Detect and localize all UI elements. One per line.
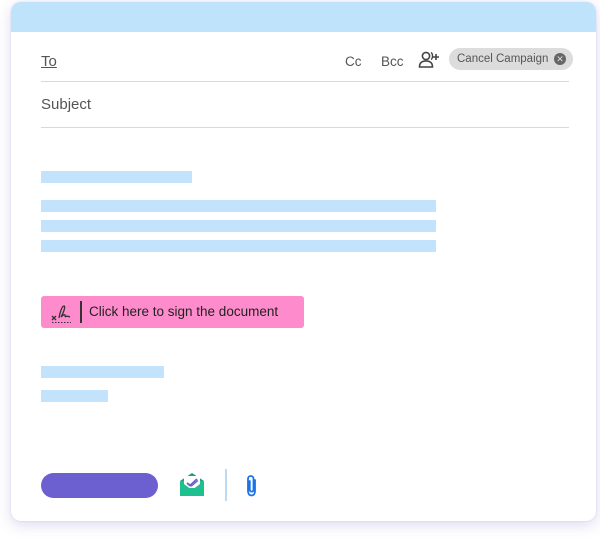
send-button[interactable] xyxy=(41,473,158,498)
text-line-placeholder xyxy=(41,390,108,402)
sign-divider xyxy=(80,301,82,323)
signature-icon xyxy=(50,302,72,324)
close-circle-icon[interactable]: ✕ xyxy=(554,53,566,65)
text-line-placeholder xyxy=(41,200,436,212)
to-label[interactable]: To xyxy=(41,53,57,70)
add-person-icon[interactable] xyxy=(418,50,440,70)
window-titlebar xyxy=(11,2,596,32)
text-line-placeholder xyxy=(41,240,436,252)
cancel-campaign-chip[interactable]: Cancel Campaign ✕ xyxy=(449,48,573,70)
subject-row[interactable]: Subject xyxy=(41,92,569,128)
cancel-campaign-label: Cancel Campaign xyxy=(457,53,549,65)
sign-document-button[interactable]: Click here to sign the document xyxy=(41,296,304,328)
sign-document-label: Click here to sign the document xyxy=(89,304,279,319)
text-line-placeholder xyxy=(41,366,164,378)
footer-divider xyxy=(225,469,227,501)
paperclip-icon[interactable] xyxy=(243,474,261,498)
cc-button[interactable]: Cc xyxy=(345,54,362,69)
to-row[interactable]: To Cc Bcc Cancel Campaign ✕ xyxy=(41,48,573,82)
subject-field[interactable]: Subject xyxy=(41,96,91,113)
envelope-check-icon[interactable] xyxy=(177,471,207,497)
text-line-placeholder xyxy=(41,220,436,232)
text-line-placeholder xyxy=(41,171,192,183)
bcc-button[interactable]: Bcc xyxy=(381,54,404,69)
compose-window: To Cc Bcc Cancel Campaign ✕ Subject Clic… xyxy=(11,2,596,521)
